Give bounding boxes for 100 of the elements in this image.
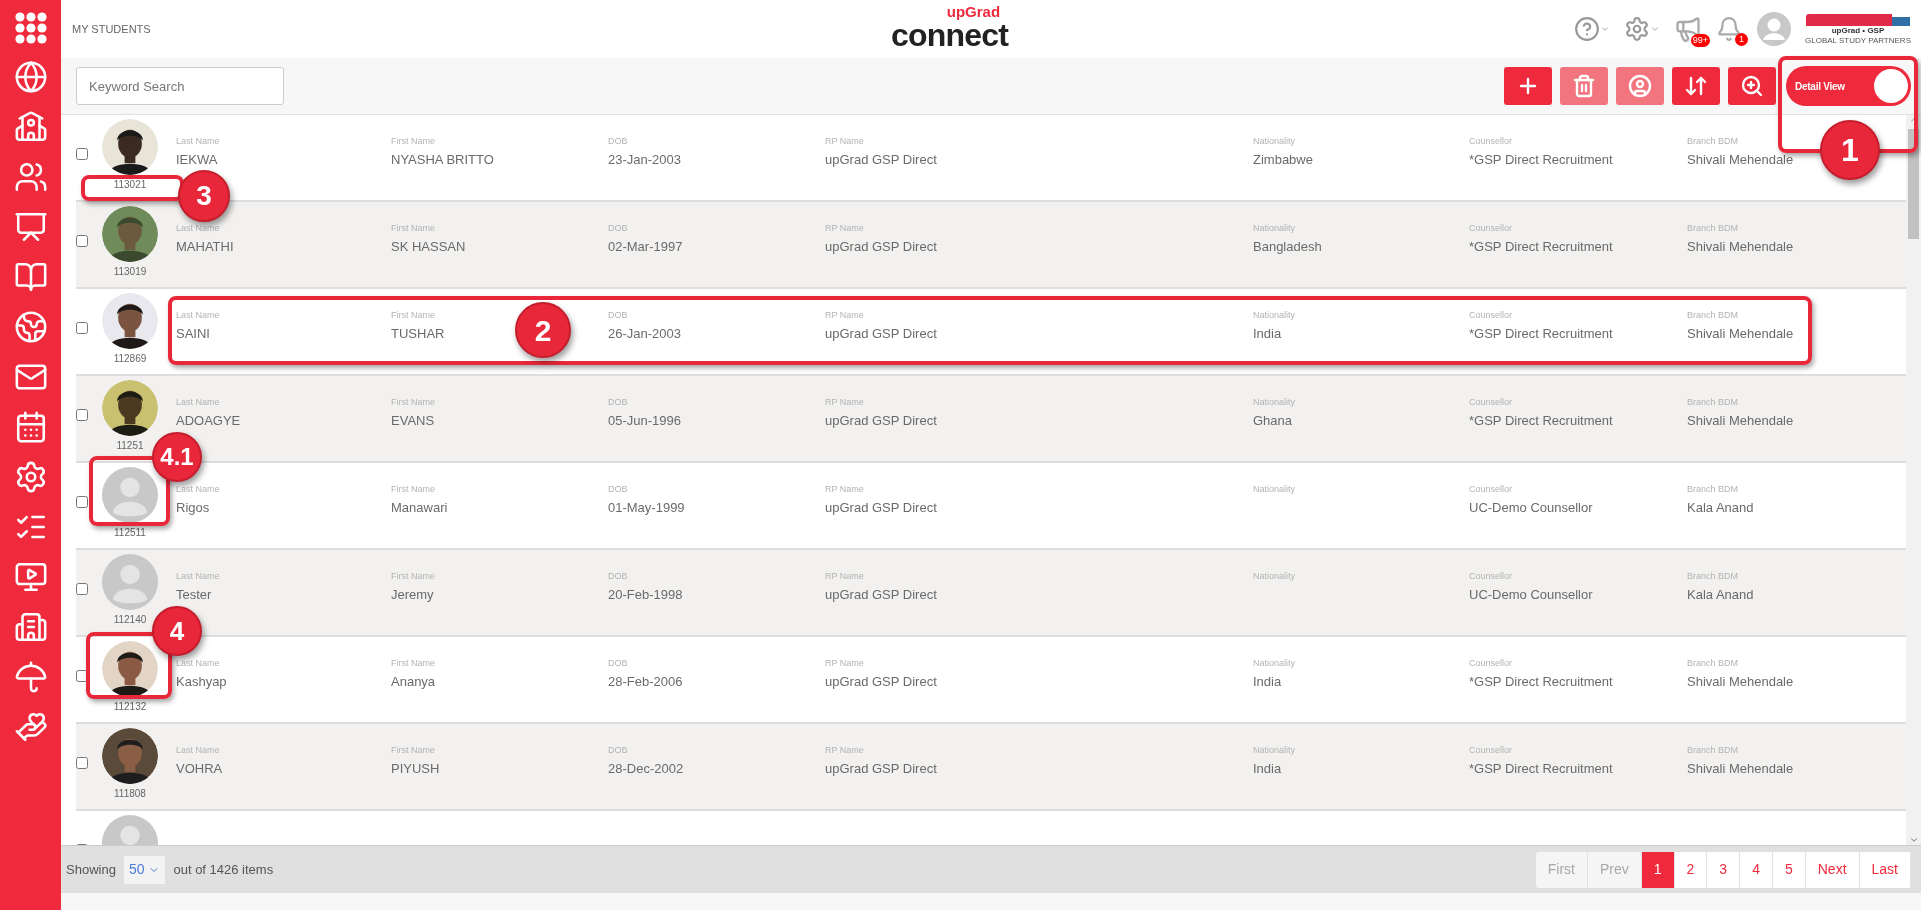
- help-icon[interactable]: [1574, 16, 1610, 42]
- student-id: 112869: [113, 353, 147, 365]
- field-label: Last Name: [176, 310, 220, 321]
- field-value: Shivali Mehendale: [1687, 238, 1794, 256]
- scrollbar-thumb[interactable]: [1908, 129, 1919, 239]
- building-icon[interactable]: [13, 610, 48, 644]
- book-icon[interactable]: [13, 260, 48, 294]
- field-label: Counsellor: [1469, 310, 1513, 321]
- field-value: Shivali Mehendale: [1687, 673, 1794, 691]
- field-label: Nationality: [1253, 658, 1296, 669]
- field-value: SAINI: [176, 325, 210, 343]
- field-label: Last Name: [176, 136, 220, 147]
- school-icon[interactable]: [13, 110, 48, 144]
- field-value: 02-Mar-1997: [608, 238, 683, 256]
- field-value: 26-Jan-2003: [608, 325, 681, 343]
- field-label: Nationality: [1253, 223, 1296, 234]
- field-value: upGrad GSP Direct: [825, 499, 937, 517]
- avatar-icon: [102, 554, 158, 610]
- field-value: UC-Demo Counsellor: [1469, 586, 1593, 604]
- count-badge: 99+: [1690, 34, 1710, 47]
- row-checkbox[interactable]: [76, 234, 88, 247]
- row-checkbox[interactable]: [76, 756, 88, 769]
- people-icon[interactable]: [13, 160, 48, 194]
- field-label: First Name: [391, 310, 435, 321]
- field-value: 05-Jun-1996: [608, 412, 681, 430]
- count-badge: 1: [1735, 33, 1748, 46]
- field-label: DOB: [608, 484, 628, 495]
- earth-icon[interactable]: [13, 310, 48, 344]
- row-checkbox[interactable]: [76, 408, 88, 421]
- field-label: RP Name: [825, 658, 864, 669]
- page-link[interactable]: 1: [1641, 851, 1675, 888]
- field-label: Branch BDM: [1687, 571, 1739, 582]
- field-value: 28-Feb-2006: [608, 673, 683, 691]
- umbrella-icon[interactable]: [13, 660, 48, 694]
- field-label: First Name: [391, 223, 435, 234]
- field-value: India: [1253, 325, 1282, 343]
- field-value: Jeremy: [391, 586, 434, 604]
- field-value: SK HASSAN: [391, 238, 466, 256]
- field-value: *GSP Direct Recruitment: [1469, 412, 1613, 430]
- sort-button[interactable]: [1672, 67, 1720, 105]
- field-label: First Name: [391, 745, 435, 756]
- settings-icon[interactable]: [1624, 16, 1660, 42]
- presentation-icon[interactable]: [13, 210, 48, 244]
- hands-icon[interactable]: [13, 710, 48, 744]
- field-value: upGrad GSP Direct: [825, 238, 937, 256]
- search-field[interactable]: Keyword Search: [76, 67, 284, 105]
- apps-grid-icon[interactable]: [14, 12, 47, 44]
- field-value: India: [1253, 760, 1282, 778]
- field-label: Branch BDM: [1687, 484, 1739, 495]
- field-label: DOB: [608, 571, 628, 582]
- row-checkbox[interactable]: [76, 147, 88, 160]
- logo-tagline: upGrad: [946, 4, 1001, 19]
- total-items: out of 1426 items: [173, 860, 274, 879]
- field-value: India: [1253, 673, 1282, 691]
- field-value: *GSP Direct Recruitment: [1469, 238, 1613, 256]
- field-value: ADOAGYE: [176, 412, 241, 430]
- field-value: upGrad GSP Direct: [825, 412, 937, 430]
- student-id: 111808: [114, 788, 146, 800]
- add-button[interactable]: [1504, 67, 1552, 105]
- field-label: DOB: [608, 658, 628, 669]
- field-label: First Name: [391, 136, 435, 147]
- field-value: 01-May-1999: [608, 499, 685, 517]
- scroll-down-icon[interactable]: [1908, 835, 1919, 845]
- bell-icon[interactable]: [1716, 16, 1742, 42]
- row-checkbox[interactable]: [76, 321, 88, 334]
- scrollbar[interactable]: [1906, 115, 1921, 845]
- field-value: upGrad GSP Direct: [825, 325, 937, 343]
- field-value: 23-Jan-2003: [608, 151, 681, 169]
- row-checkbox[interactable]: [76, 582, 88, 595]
- row-checkbox[interactable]: [76, 669, 88, 682]
- field-value: *GSP Direct Recruitment: [1469, 673, 1613, 691]
- field-value: NYASHA BRITTO: [391, 151, 494, 169]
- field-value: EVANS: [391, 412, 435, 430]
- field-value: upGrad GSP Direct: [825, 760, 937, 778]
- field-label: First Name: [391, 658, 435, 669]
- field-label: First Name: [391, 397, 435, 408]
- row-checkbox[interactable]: [76, 495, 88, 508]
- field-label: RP Name: [825, 310, 864, 321]
- video-icon[interactable]: [13, 560, 48, 594]
- field-label: Branch BDM: [1687, 397, 1739, 408]
- globe-icon[interactable]: [13, 60, 48, 94]
- detail-view-toggle[interactable]: Detail View: [1786, 66, 1911, 106]
- field-label: DOB: [608, 136, 628, 147]
- zoom-button[interactable]: [1728, 67, 1776, 105]
- trash-icon: [1572, 74, 1596, 98]
- field-label: Counsellor: [1469, 658, 1513, 669]
- field-label: Branch BDM: [1687, 310, 1739, 321]
- field-label: Nationality: [1253, 397, 1296, 408]
- user-circle-icon: [1628, 74, 1652, 98]
- field-value: Shivali Mehendale: [1687, 325, 1794, 343]
- page-size-select[interactable]: 50: [123, 855, 166, 884]
- field-value: Ghana: [1253, 412, 1293, 430]
- field-label: Nationality: [1253, 136, 1296, 147]
- field-value: *GSP Direct Recruitment: [1469, 325, 1613, 343]
- field-label: Nationality: [1253, 571, 1296, 582]
- student-id: 112511: [114, 527, 146, 539]
- field-value: Bangladesh: [1253, 238, 1322, 256]
- showing-label: Showing: [66, 860, 116, 879]
- field-label: DOB: [608, 310, 628, 321]
- field-value: Tester: [176, 586, 212, 604]
